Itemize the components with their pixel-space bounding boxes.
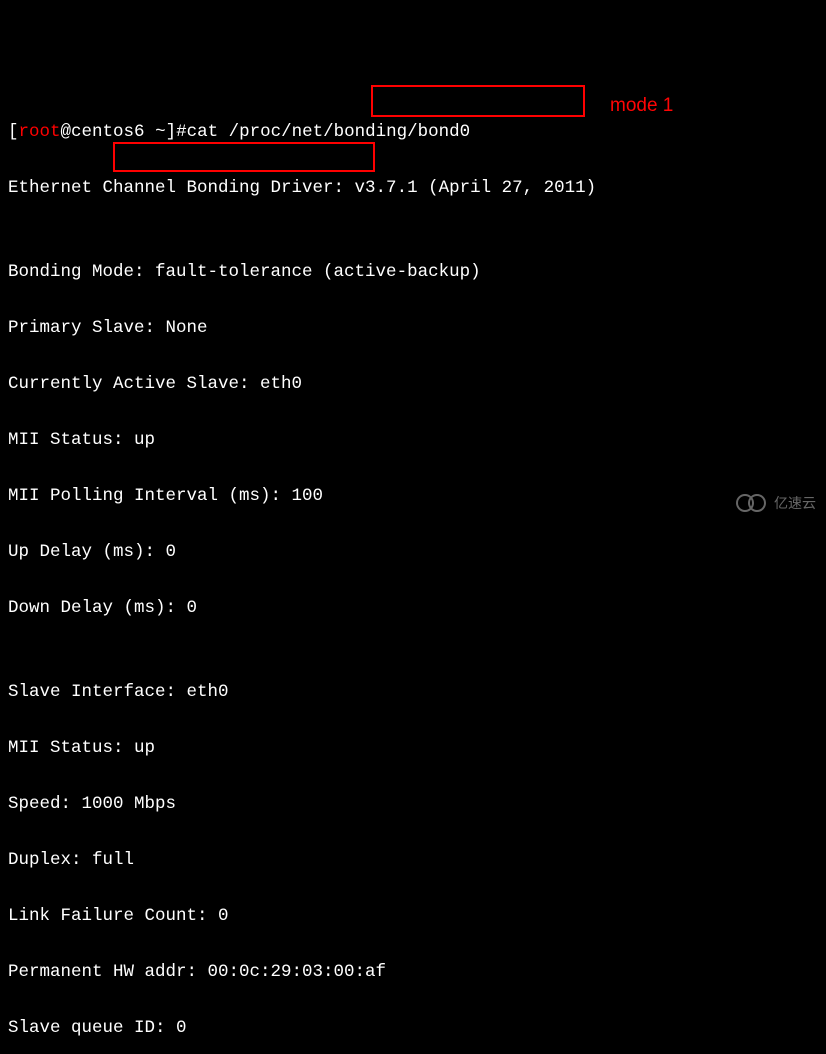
- output-line-4: Primary Slave: None: [8, 314, 818, 342]
- highlight-box-active-backup: [371, 85, 585, 117]
- annotation-mode-label: mode 1: [610, 92, 673, 120]
- prompt-host: centos6: [71, 122, 145, 142]
- output-line-11: Slave Interface: eth0: [8, 678, 818, 706]
- prompt-hash: #: [176, 122, 187, 142]
- output-line-16: Permanent HW addr: 00:0c:29:03:00:af: [8, 958, 818, 986]
- command-text: cat /proc/net/bonding/bond0: [187, 122, 471, 142]
- terminal-prompt-line: [root@centos6 ~]#cat /proc/net/bonding/b…: [8, 118, 818, 146]
- output-line-6: MII Status: up: [8, 426, 818, 454]
- output-line-9: Down Delay (ms): 0: [8, 594, 818, 622]
- watermark-text: 亿速云: [774, 489, 816, 517]
- output-line-15: Link Failure Count: 0: [8, 902, 818, 930]
- output-line-8: Up Delay (ms): 0: [8, 538, 818, 566]
- output-line-12: MII Status: up: [8, 734, 818, 762]
- prompt-bracket-close: ]: [166, 122, 177, 142]
- watermark-logo-icon: [736, 492, 770, 514]
- output-line-7: MII Polling Interval (ms): 100: [8, 482, 818, 510]
- prompt-user: root: [19, 122, 61, 142]
- prompt-at: @: [61, 122, 72, 142]
- output-line-14: Duplex: full: [8, 846, 818, 874]
- output-line-5: Currently Active Slave: eth0: [8, 370, 818, 398]
- highlight-box-active-slave: [113, 142, 375, 172]
- prompt-bracket-open: [: [8, 122, 19, 142]
- prompt-path: ~: [145, 122, 166, 142]
- watermark: 亿速云: [736, 489, 816, 517]
- output-line-13: Speed: 1000 Mbps: [8, 790, 818, 818]
- output-line-17: Slave queue ID: 0: [8, 1014, 818, 1042]
- output-line-3: Bonding Mode: fault-tolerance (active-ba…: [8, 258, 818, 286]
- output-line-1: Ethernet Channel Bonding Driver: v3.7.1 …: [8, 174, 818, 202]
